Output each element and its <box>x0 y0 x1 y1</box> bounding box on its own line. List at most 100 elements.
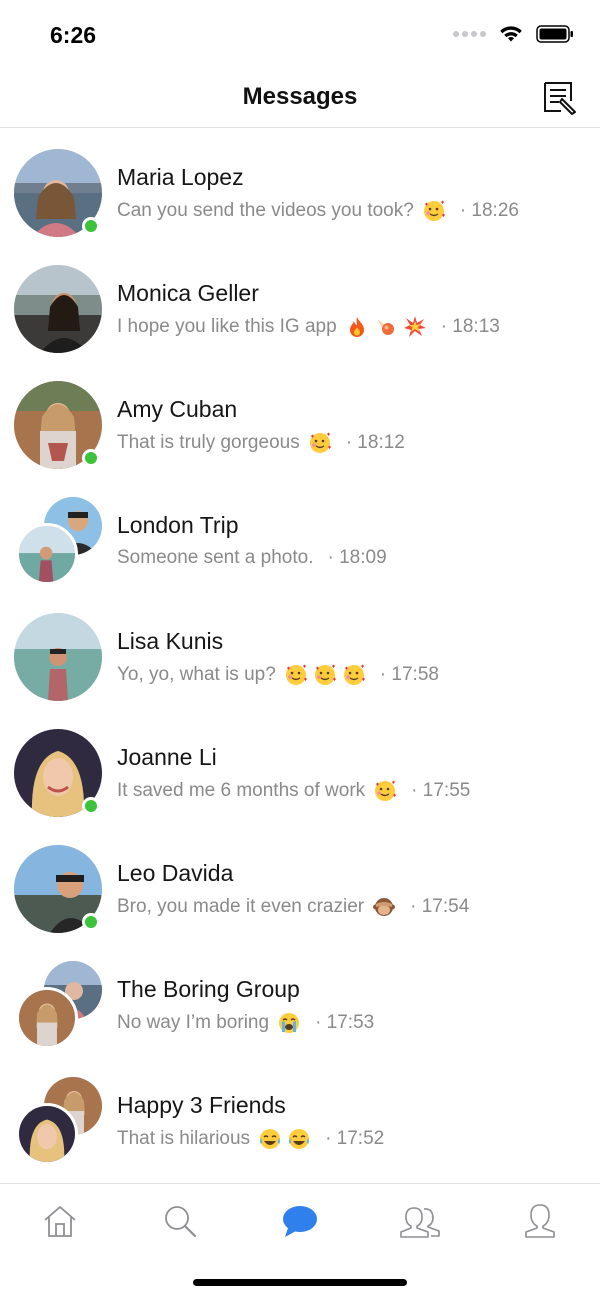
chat-bubble-icon <box>283 1205 317 1237</box>
avatar-group <box>14 149 102 237</box>
message-preview: Yo, yo, what is up? · 17:58 <box>117 663 439 687</box>
message-text: It saved me 6 months of work <box>117 780 366 801</box>
message-preview: Someone sent a photo. · 18:09 <box>117 547 387 569</box>
conversation-row[interactable]: Monica Geller I hope you like this IG ap… <box>0 244 600 360</box>
tab-friends[interactable] <box>360 1184 480 1253</box>
avatar-group <box>14 1077 102 1165</box>
message-text: Yo, yo, what is up? <box>117 664 276 685</box>
home-indicator[interactable] <box>193 1279 407 1286</box>
message-text: I hope you like this IG app <box>117 316 337 337</box>
contact-name: Monica Geller <box>117 280 259 306</box>
message-preview: That is hilarious · 17:52 <box>117 1127 384 1151</box>
search-icon <box>165 1205 197 1237</box>
online-status-indicator <box>82 797 100 815</box>
message-preview: I hope you like this IG app · 18:13 <box>117 315 500 339</box>
cellular-signal-icon <box>453 31 486 37</box>
tab-home[interactable] <box>0 1184 120 1253</box>
fire-emoji-icon <box>349 317 364 337</box>
message-preview: No way I’m boring · 17:53 <box>117 1011 374 1035</box>
message-text: That is truly gorgeous <box>117 432 300 453</box>
profile-icon <box>525 1203 555 1238</box>
tears-of-joy-emoji-icon <box>260 1129 281 1149</box>
crying-face-emoji-icon <box>279 1013 300 1033</box>
page-title: Messages <box>242 83 358 110</box>
smiling-hearts-emoji-icon <box>423 200 445 221</box>
message-time: · 17:53 <box>315 1012 375 1033</box>
compose-icon <box>544 82 576 115</box>
tab-messages[interactable] <box>240 1184 360 1253</box>
see-no-evil-monkey-emoji-icon <box>373 898 396 916</box>
contact-name: Lisa Kunis <box>117 628 224 654</box>
wifi-icon <box>500 26 522 42</box>
conversation-row[interactable]: Happy 3 Friends That is hilarious · 17:5… <box>0 1056 600 1172</box>
conversation-row[interactable]: Leo Davida Bro, you made it even crazier… <box>0 824 600 940</box>
online-status-indicator <box>82 449 100 467</box>
conversation-row[interactable]: Maria Lopez Can you send the videos you … <box>0 128 600 244</box>
compose-button[interactable] <box>540 78 580 118</box>
contact-name: Leo Davida <box>117 860 234 886</box>
smiling-hearts-emoji-icon <box>309 432 331 453</box>
avatar-group <box>14 381 102 469</box>
collision-emoji-icon <box>403 316 426 337</box>
conversation-list: Maria Lopez Can you send the videos you … <box>0 128 600 1172</box>
contact-name: Joanne Li <box>117 744 217 770</box>
conversation-row[interactable]: Amy Cuban That is truly gorgeous · 18:12 <box>0 360 600 476</box>
message-time: · 17:55 <box>411 780 471 801</box>
avatar <box>16 1103 78 1165</box>
comet-emoji-icon <box>376 319 394 335</box>
messages-screen: 6:26 Messages Maria Lopez Can you send t… <box>0 0 600 1299</box>
message-time: · 17:54 <box>410 896 470 917</box>
tab-search[interactable] <box>120 1184 240 1253</box>
conversation-row[interactable]: Joanne Li It saved me 6 months of work ·… <box>0 708 600 824</box>
avatar <box>16 987 78 1049</box>
tab-profile[interactable] <box>480 1184 600 1253</box>
avatar-group <box>14 845 102 933</box>
message-time: · 18:26 <box>459 200 519 221</box>
tears-of-joy-emoji-icon <box>289 1129 310 1149</box>
navigation-bar: Messages <box>0 70 600 128</box>
message-preview: That is truly gorgeous · 18:12 <box>117 431 405 455</box>
message-preview: It saved me 6 months of work · 17:55 <box>117 779 470 803</box>
avatar <box>14 265 102 353</box>
message-preview: Bro, you made it even crazier · 17:54 <box>117 895 469 919</box>
avatar-group <box>14 961 102 1049</box>
friends-icon <box>400 1206 440 1238</box>
contact-name: Happy 3 Friends <box>117 1092 286 1118</box>
smiling-hearts-emoji-icon <box>343 664 365 685</box>
contact-name: Maria Lopez <box>117 164 244 190</box>
conversation-row[interactable]: London Trip Someone sent a photo. · 18:0… <box>0 476 600 592</box>
contact-name: The Boring Group <box>117 976 300 1002</box>
battery-icon <box>536 25 573 43</box>
message-time: · 18:13 <box>440 316 500 337</box>
avatar-group <box>14 613 102 701</box>
tab-bar <box>0 1183 600 1253</box>
message-time: · 17:52 <box>325 1128 385 1149</box>
online-status-indicator <box>82 913 100 931</box>
message-text: Someone sent a photo. <box>117 547 314 568</box>
avatar-group <box>14 265 102 353</box>
online-status-indicator <box>82 217 100 235</box>
contact-name: Amy Cuban <box>117 396 238 422</box>
message-text: No way I’m boring <box>117 1012 270 1033</box>
home-icon <box>44 1205 76 1237</box>
message-text: Can you send the videos you took? <box>117 200 414 221</box>
smiling-hearts-emoji-icon <box>375 780 397 801</box>
message-time: · 18:09 <box>327 547 387 568</box>
status-bar: 6:26 <box>0 0 600 70</box>
smiling-hearts-emoji-icon <box>285 664 307 685</box>
message-text: Bro, you made it even crazier <box>117 896 365 917</box>
message-text: That is hilarious <box>117 1128 251 1149</box>
avatar-group <box>14 497 102 585</box>
avatar-group <box>14 729 102 817</box>
message-preview: Can you send the videos you took? · 18:2… <box>117 199 519 223</box>
avatar <box>16 523 78 585</box>
status-indicators <box>453 24 574 44</box>
avatar <box>14 613 102 701</box>
message-time: · 18:12 <box>345 432 405 453</box>
message-time: · 17:58 <box>379 664 439 685</box>
status-time: 6:26 <box>50 22 97 48</box>
contact-name: London Trip <box>117 512 239 538</box>
conversation-row[interactable]: Lisa Kunis Yo, yo, what is up? · 17:58 <box>0 592 600 708</box>
smiling-hearts-emoji-icon <box>314 664 336 685</box>
conversation-row[interactable]: The Boring Group No way I’m boring · 17:… <box>0 940 600 1056</box>
